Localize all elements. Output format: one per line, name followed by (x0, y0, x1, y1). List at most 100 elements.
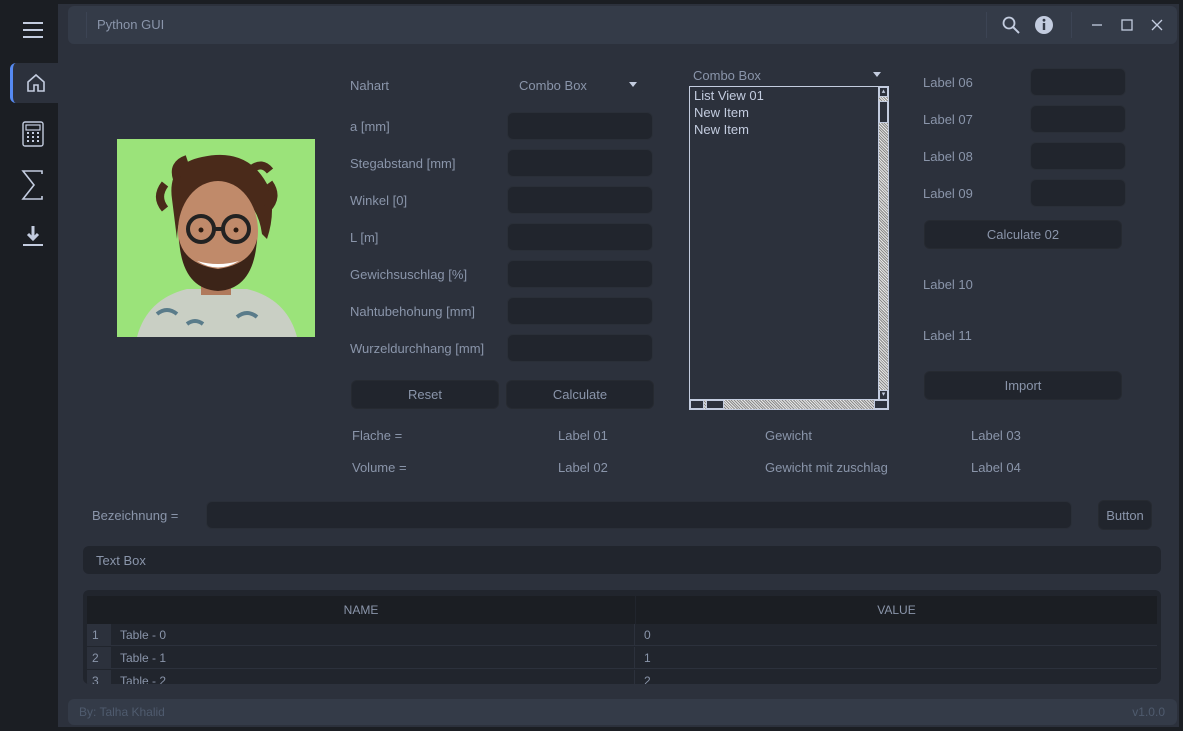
title-separator (86, 12, 87, 38)
wurzeldurchhang-input[interactable] (507, 334, 653, 362)
row-number: 2 (87, 647, 111, 669)
field-label: Winkel [0] (350, 193, 408, 208)
nahtubehohung-input[interactable] (507, 297, 653, 325)
table-row[interactable]: 1 Table - 0 0 (87, 624, 1157, 646)
stegabstand-input[interactable] (507, 149, 653, 177)
download-icon (23, 226, 43, 246)
winkel-input[interactable] (507, 186, 653, 214)
label-01: Label 01 (558, 428, 608, 443)
field-label: Gewichsuschlag [%] (350, 267, 468, 282)
maximize-button[interactable] (1114, 12, 1140, 38)
table-row[interactable]: 3 Table - 2 2 (87, 670, 1157, 684)
label-11: Label 11 (923, 328, 972, 343)
search-button[interactable] (998, 12, 1024, 38)
search-icon (1002, 16, 1020, 34)
menu-download-button[interactable] (10, 216, 56, 256)
nahart-label: Nahart (350, 78, 390, 93)
calculator-icon (22, 121, 44, 147)
nahart-combo-box[interactable]: Combo Box (509, 72, 653, 100)
data-table[interactable]: NAME VALUE 1 Table - 0 0 2 Table - 1 1 3… (83, 590, 1161, 684)
table-cell-name[interactable]: Table - 0 (120, 628, 166, 642)
chevron-down-icon (629, 82, 637, 87)
table-cell-name[interactable]: Table - 1 (120, 651, 166, 665)
credits-label: By: Talha Khalid (79, 705, 165, 719)
a-mm-input[interactable] (507, 112, 653, 140)
label-08: Label 08 (923, 149, 973, 164)
hamburger-icon (23, 22, 43, 38)
field-label: a [mm] (350, 119, 390, 134)
label-06-field[interactable] (1030, 68, 1126, 96)
list-item[interactable]: New Item (694, 105, 749, 120)
table-cell-name[interactable]: Table - 2 (120, 674, 166, 684)
scroll-thumb[interactable] (879, 101, 888, 123)
info-icon (1035, 16, 1053, 34)
close-button[interactable] (1144, 12, 1170, 38)
bezeichnung-input[interactable] (206, 501, 1072, 529)
menu-home-button[interactable] (10, 63, 58, 103)
table-row[interactable]: 2 Table - 1 1 (87, 647, 1157, 669)
reset-button[interactable]: Reset (351, 380, 499, 409)
label-10: Label 10 (923, 277, 973, 292)
column-divider (634, 647, 635, 669)
volume-label: Volume = (352, 460, 407, 475)
footer-bar: By: Talha Khalid v1.0.0 (68, 699, 1177, 725)
table-cell-value[interactable]: 1 (644, 651, 651, 665)
left-menu (4, 4, 58, 727)
person-portrait-image (117, 139, 315, 337)
calculate-02-button[interactable]: Calculate 02 (924, 220, 1122, 249)
label-07-field[interactable] (1030, 105, 1126, 133)
gewichsuschlag-input[interactable] (507, 260, 653, 288)
gewicht-zuschlag-label: Gewicht mit zuschlag (765, 460, 888, 475)
label-08-field[interactable] (1030, 142, 1126, 170)
field-label: Wurzeldurchhang [mm] (350, 341, 485, 356)
text-box[interactable]: Text Box (83, 546, 1161, 574)
l-m-input[interactable] (507, 223, 653, 251)
sigma-icon (21, 170, 43, 200)
label-02: Label 02 (558, 460, 608, 475)
list-item[interactable]: List View 01 (694, 88, 764, 103)
column-header-name[interactable]: NAME (87, 596, 635, 624)
info-button[interactable] (1031, 12, 1057, 38)
nahart-combo-value: Combo Box (519, 78, 587, 93)
label-07: Label 07 (923, 112, 973, 127)
menu-toggle-button[interactable] (10, 10, 56, 50)
import-button[interactable]: Import (924, 371, 1122, 400)
title-separator (1071, 12, 1072, 38)
close-icon (1151, 19, 1163, 31)
vertical-scrollbar[interactable]: ▴ ▾ (878, 87, 888, 400)
row-number: 3 (87, 670, 111, 684)
field-label: Nahtubehohung [mm] (350, 304, 476, 319)
table-cell-value[interactable]: 2 (644, 674, 651, 684)
bezeichnung-button[interactable]: Button (1098, 500, 1152, 530)
bezeichnung-label: Bezeichnung = (92, 508, 179, 523)
label-06: Label 06 (923, 75, 973, 90)
title-separator (986, 12, 987, 38)
list-item[interactable]: New Item (694, 122, 749, 137)
column-header-value[interactable]: VALUE (636, 596, 1157, 624)
menu-sum-button[interactable] (10, 165, 56, 205)
menu-calculator-button[interactable] (10, 114, 56, 154)
row-number: 1 (87, 624, 111, 646)
app-title: Python GUI (97, 17, 165, 32)
home-icon (26, 73, 45, 92)
field-label: L [m] (350, 230, 379, 245)
calculate-button[interactable]: Calculate (506, 380, 654, 409)
label-04: Label 04 (971, 460, 1021, 475)
version-label: v1.0.0 (1132, 705, 1165, 719)
list-combo-value: Combo Box (693, 68, 761, 83)
label-09: Label 09 (923, 186, 973, 201)
profile-photo (117, 139, 315, 337)
horizontal-scrollbar[interactable] (690, 399, 888, 409)
list-combo-box[interactable]: Combo Box (689, 66, 889, 86)
chevron-down-icon (873, 72, 881, 77)
scroll-up-button[interactable]: ▴ (879, 87, 888, 97)
hscroll-thumb[interactable] (706, 400, 724, 409)
label-09-field[interactable] (1030, 179, 1126, 207)
label-03: Label 03 (971, 428, 1021, 443)
minimize-button[interactable] (1084, 12, 1110, 38)
scroll-left-button[interactable] (690, 400, 704, 409)
scroll-right-button[interactable] (874, 400, 888, 409)
maximize-icon (1121, 19, 1133, 31)
table-cell-value[interactable]: 0 (644, 628, 651, 642)
list-view[interactable]: List View 01 New Item New Item ▴ ▾ (689, 86, 889, 410)
